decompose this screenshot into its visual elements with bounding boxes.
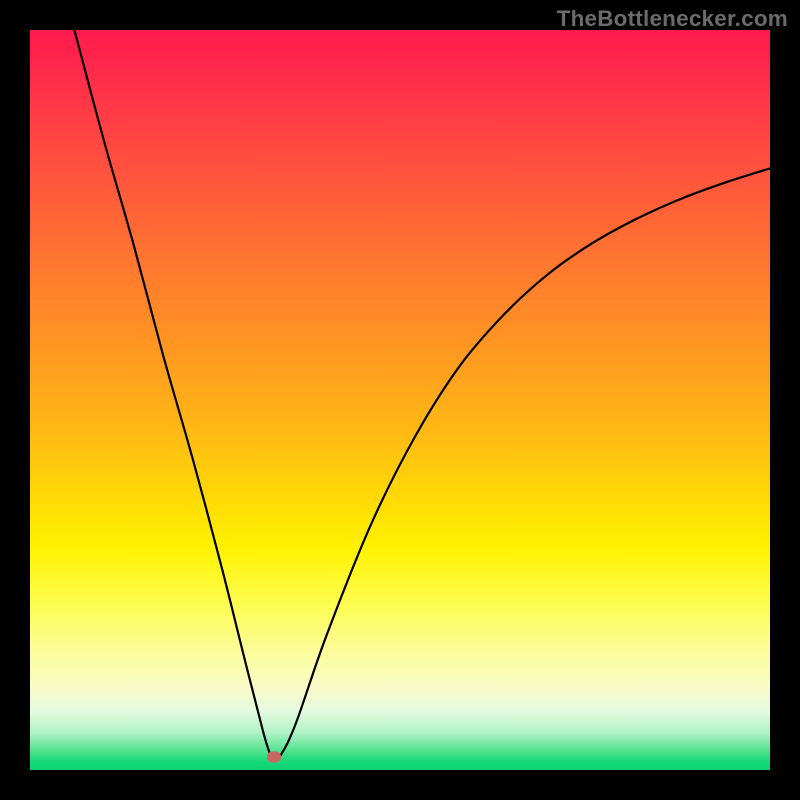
plot-area xyxy=(30,30,770,770)
optimal-point-marker xyxy=(267,751,281,762)
chart-frame: TheBottlenecker.com xyxy=(0,0,800,800)
bottleneck-curve-path xyxy=(74,30,770,759)
curve-svg xyxy=(30,30,770,770)
watermark-text: TheBottlenecker.com xyxy=(557,6,788,32)
